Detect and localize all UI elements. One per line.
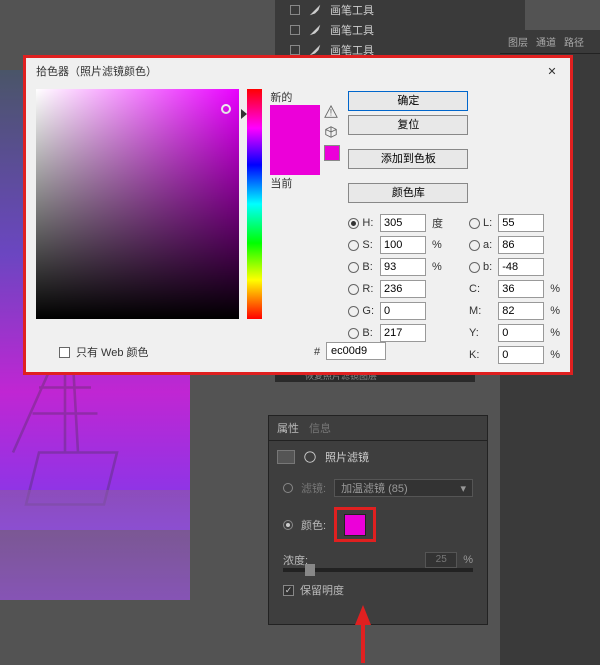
density-unit: % <box>463 554 473 566</box>
photo-filter-icon <box>303 450 317 464</box>
panel-title: 照片滤镜 <box>325 449 369 465</box>
web-only-checkbox[interactable] <box>59 347 70 358</box>
h-input[interactable] <box>380 214 426 232</box>
color-radio[interactable] <box>283 520 293 530</box>
adjustment-icon <box>277 450 295 464</box>
color-swatch[interactable] <box>344 514 366 536</box>
cube-icon[interactable] <box>324 125 338 139</box>
reset-button[interactable]: 复位 <box>348 115 468 135</box>
svg-text:!: ! <box>330 108 333 119</box>
density-slider[interactable] <box>283 568 473 572</box>
g-input[interactable] <box>380 302 426 320</box>
r-input[interactable] <box>380 280 426 298</box>
annotation-arrow <box>355 605 371 625</box>
filter-dropdown[interactable]: 加温滤镜 (85)▾ <box>334 479 473 497</box>
lab-b-radio[interactable] <box>469 262 480 273</box>
s-radio[interactable] <box>348 240 359 251</box>
rgb-b-radio[interactable] <box>348 328 359 339</box>
preserve-label: 保留明度 <box>300 582 344 598</box>
properties-panel: 属性 信息 照片滤镜 滤镜: 加温滤镜 (85)▾ 颜色: 浓度: 25 % <box>268 415 488 625</box>
k-input[interactable] <box>498 346 544 364</box>
annotation-arrow-line <box>361 623 365 663</box>
b-radio[interactable] <box>348 262 359 273</box>
filter-label: 滤镜: <box>301 480 326 496</box>
tool-options: 画笔工具 画笔工具 画笔工具 <box>275 0 525 55</box>
tool-label: 画笔工具 <box>330 2 374 18</box>
new-color-swatch <box>270 105 320 140</box>
tool-checkbox[interactable] <box>290 45 300 55</box>
tool-checkbox[interactable] <box>290 5 300 15</box>
tab-properties[interactable]: 属性 <box>277 420 299 436</box>
color-label: 颜色: <box>301 517 326 533</box>
color-library-button[interactable]: 颜色库 <box>348 183 468 203</box>
web-only-label: 只有 Web 颜色 <box>76 344 149 360</box>
preserve-checkbox[interactable]: ✓ <box>283 585 294 596</box>
brush-icon <box>308 3 322 17</box>
y-input[interactable] <box>498 324 544 342</box>
hue-pointer[interactable] <box>241 109 247 119</box>
slider-handle[interactable] <box>305 564 315 576</box>
rgb-b-input[interactable] <box>380 324 426 342</box>
tool-checkbox[interactable] <box>290 25 300 35</box>
tool-label: 画笔工具 <box>330 22 374 38</box>
add-swatches-button[interactable]: 添加到色板 <box>348 149 468 169</box>
m-input[interactable] <box>498 302 544 320</box>
brightness-input[interactable] <box>380 258 426 276</box>
a-input[interactable] <box>498 236 544 254</box>
close-button[interactable]: ✕ <box>544 63 560 79</box>
filter-radio[interactable] <box>283 483 293 493</box>
current-color-label: 当前 <box>270 175 340 191</box>
new-color-label: 新的 <box>270 89 340 105</box>
a-radio[interactable] <box>469 240 480 251</box>
color-picker-dialog: 拾色器（照片滤镜颜色） ✕ 新的 ! 当前 <box>23 55 573 375</box>
hue-slider[interactable] <box>247 89 263 319</box>
hex-input[interactable] <box>326 342 386 360</box>
current-color-swatch <box>270 140 320 175</box>
g-radio[interactable] <box>348 306 359 317</box>
tab-paths[interactable]: 路径 <box>564 34 584 49</box>
color-field-cursor[interactable] <box>221 104 231 114</box>
color-field[interactable] <box>36 89 239 319</box>
s-input[interactable] <box>380 236 426 254</box>
color-highlight <box>334 507 376 542</box>
r-radio[interactable] <box>348 284 359 295</box>
h-radio[interactable] <box>348 218 359 229</box>
l-input[interactable] <box>498 214 544 232</box>
lab-b-input[interactable] <box>498 258 544 276</box>
l-radio[interactable] <box>469 218 480 229</box>
chevron-down-icon: ▾ <box>460 482 466 495</box>
warning-icon[interactable]: ! <box>324 105 338 119</box>
water-reflection <box>0 490 190 600</box>
hash-label: # <box>314 346 320 358</box>
tab-info[interactable]: 信息 <box>309 420 331 436</box>
small-swatch[interactable] <box>324 145 340 161</box>
brush-icon <box>308 23 322 37</box>
dialog-title: 拾色器（照片滤镜颜色） <box>36 63 157 79</box>
tab-channels[interactable]: 通道 <box>536 34 556 49</box>
tab-layers[interactable]: 图层 <box>508 34 528 49</box>
c-input[interactable] <box>498 280 544 298</box>
density-value[interactable]: 25 <box>425 552 457 568</box>
ok-button[interactable]: 确定 <box>348 91 468 111</box>
